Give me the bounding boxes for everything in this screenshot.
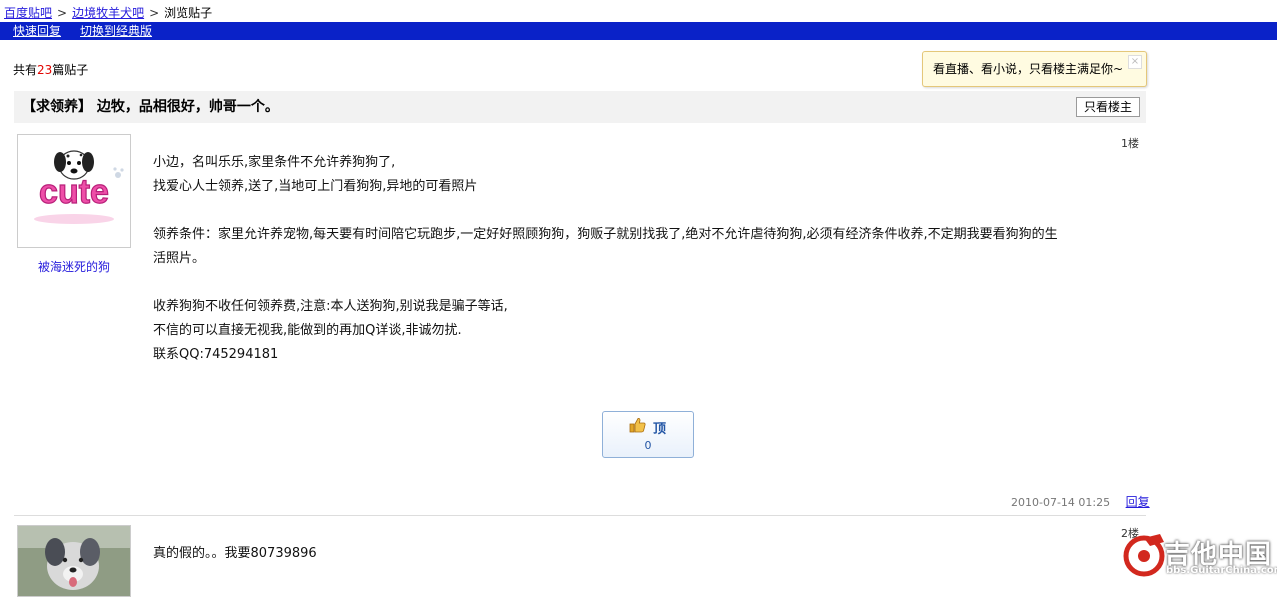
thumbs-up-icon	[629, 417, 646, 437]
svg-text:cute: cute	[39, 173, 109, 211]
post-line: 领养条件：家里允许养宠物,每天要有时间陪它玩跑步,一定好好照顾狗狗，狗贩子就别找…	[153, 227, 1058, 242]
switch-classic-link[interactable]: 切换到经典版	[80, 24, 152, 38]
floor-number: 1楼	[1121, 137, 1139, 150]
post-line: 找爱心人士领养,送了,当地可上门看狗狗,异地的可看照片	[153, 179, 478, 194]
thread-title: 【求领养】 边牧，品相很好，帅哥一个。	[22, 99, 279, 115]
thread-title-bar: 【求领养】 边牧，品相很好，帅哥一个。 只看楼主	[14, 91, 1146, 123]
post-line: 联系QQ:745294181	[153, 347, 279, 362]
like-count: 0	[644, 439, 652, 452]
post-count-prefix: 共有	[13, 63, 38, 77]
avatar[interactable]: cute	[17, 134, 131, 248]
avatar[interactable]	[17, 525, 131, 597]
breadcrumb-tieba-home[interactable]: 百度贴吧	[4, 6, 52, 20]
watermark-sub: bbs.GuitarChina.com	[1166, 565, 1277, 576]
post-content: 小边，名叫乐乐,家里条件不允许养狗狗了, 找爱心人士领养,送了,当地可上门看狗狗…	[153, 151, 1058, 367]
nav-bar: 快速回复 切换到经典版	[0, 22, 1277, 40]
only-op-button[interactable]: 只看楼主	[1075, 97, 1140, 117]
post-line: 活照片。	[153, 251, 206, 266]
post-line: 真的假的。。我要80739896	[153, 546, 317, 561]
post-line: 小边，名叫乐乐,家里条件不允许养狗狗了,	[153, 155, 396, 170]
reply-link[interactable]: 回复	[1126, 495, 1150, 509]
post-count: 共有23篇贴子	[13, 61, 88, 78]
post-count-number: 23	[37, 63, 53, 77]
post-line	[153, 271, 1058, 295]
post-divider	[14, 515, 1146, 516]
post-line	[153, 199, 1058, 223]
tip-close-icon[interactable]: ×	[1128, 55, 1142, 69]
post-line: 不信的可以直接无视我,能做到的再加Q详谈,非诚勿扰.	[153, 323, 462, 338]
post-count-suffix: 篇贴子	[52, 63, 89, 77]
post-line: 收养狗狗不收任何领养费,注意:本人送狗狗,别说我是骗子等话,	[153, 299, 508, 314]
breadcrumb-separator: >	[149, 6, 160, 20]
post-timestamp: 2010-07-14 01:25	[1011, 496, 1111, 509]
quick-reply-link[interactable]: 快速回复	[13, 24, 61, 38]
like-button[interactable]: 顶 0	[602, 411, 694, 458]
like-label: 顶	[653, 422, 667, 437]
only-op-tip: 看直播、看小说，只看楼主满足你~ ×	[922, 51, 1147, 87]
username-link[interactable]: 被海迷死的狗	[38, 258, 110, 275]
breadcrumb: 百度贴吧 > 边境牧羊犬吧 > 浏览贴子	[4, 5, 212, 21]
cute-dog-avatar-icon: cute	[18, 135, 130, 247]
post-content: 真的假的。。我要80739896	[153, 542, 317, 566]
post-meta: 2010-07-14 01:25 回复	[1011, 493, 1150, 510]
breadcrumb-current: 浏览贴子	[164, 6, 213, 20]
breadcrumb-forum[interactable]: 边境牧羊犬吧	[72, 6, 144, 20]
breadcrumb-separator: >	[57, 6, 68, 20]
guitarchina-watermark: 吉他中国 bbs.GuitarChina.com	[1120, 532, 1277, 582]
tip-text: 看直播、看小说，只看楼主满足你~	[933, 62, 1124, 76]
